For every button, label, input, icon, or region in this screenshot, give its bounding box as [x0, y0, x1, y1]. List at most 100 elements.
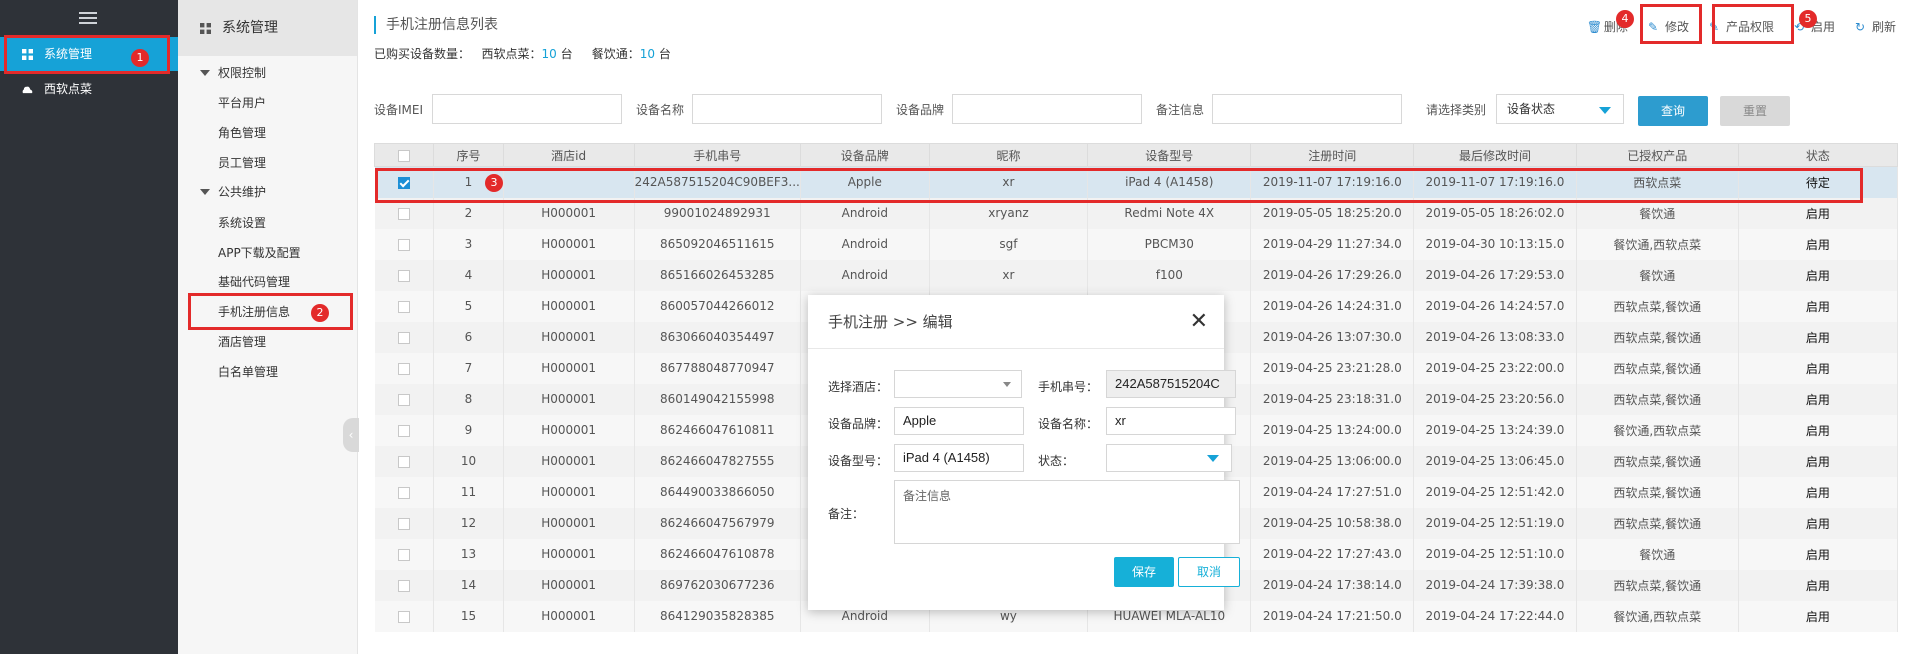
- row-checkbox[interactable]: [397, 486, 410, 499]
- annotation-badge: 5: [1799, 10, 1817, 28]
- device-count-summary: 已购买设备数量： 西软点菜：10 台 餐饮通：10 台: [374, 45, 671, 62]
- close-icon[interactable]: ✕: [1190, 295, 1208, 349]
- chevron-down-icon: [1207, 455, 1219, 462]
- column-header[interactable]: 设备品牌: [799, 143, 930, 167]
- table-cell: H000001: [503, 290, 635, 322]
- row-select-cell[interactable]: [374, 445, 435, 477]
- category-select[interactable]: 设备状态: [1496, 94, 1624, 124]
- column-header[interactable]: 酒店id: [502, 143, 635, 167]
- row-checkbox[interactable]: [397, 424, 410, 437]
- row-checkbox[interactable]: [397, 579, 410, 592]
- subnav-item-hotel-management[interactable]: 酒店管理: [178, 328, 358, 356]
- device-name-label: 设备名称：: [1038, 417, 1099, 431]
- select-all-cell[interactable]: [373, 143, 435, 167]
- subnav-item-app-download[interactable]: APP下载及配置: [178, 239, 358, 267]
- column-header[interactable]: 昵称: [928, 143, 1089, 167]
- column-header[interactable]: 注册时间: [1250, 143, 1415, 167]
- reset-button[interactable]: 重置: [1720, 96, 1790, 126]
- summary-prefix: 已购买设备数量：: [374, 47, 471, 61]
- row-checkbox[interactable]: [397, 393, 410, 406]
- row-select-cell[interactable]: [374, 259, 435, 291]
- device-name-field[interactable]: xr: [1106, 407, 1236, 435]
- secondary-sidebar-title-text: 系统管理: [222, 20, 278, 36]
- row-select-cell[interactable]: [374, 290, 435, 322]
- device-name-input[interactable]: [692, 94, 882, 124]
- menu-icon[interactable]: [79, 12, 97, 24]
- column-header[interactable]: 手机串号: [633, 143, 801, 167]
- row-select-cell[interactable]: [374, 228, 435, 260]
- table-cell: 2019-04-26 13:07:30.0: [1250, 321, 1415, 353]
- secondary-sidebar-title: 系统管理: [178, 0, 357, 56]
- device-brand-field[interactable]: Apple: [894, 407, 1024, 435]
- subnav-item-label: 酒店管理: [218, 335, 267, 349]
- row-checkbox[interactable]: [397, 610, 410, 623]
- column-header[interactable]: 最后修改时间: [1413, 143, 1577, 167]
- subnav-item-platform-users[interactable]: 平台用户: [178, 89, 358, 117]
- row-checkbox[interactable]: [397, 362, 410, 375]
- subnav-item-whitelist[interactable]: 白名单管理: [178, 358, 358, 386]
- imei-input[interactable]: [432, 94, 622, 124]
- select-all-checkbox[interactable]: [398, 149, 411, 162]
- row-select-cell[interactable]: [374, 538, 435, 570]
- column-header[interactable]: 状态: [1737, 143, 1899, 167]
- row-select-cell[interactable]: [374, 569, 435, 601]
- device-model-field[interactable]: iPad 4 (A1458): [894, 444, 1024, 472]
- device-brand-input[interactable]: [952, 94, 1142, 124]
- row-select-cell[interactable]: [374, 352, 435, 384]
- table-cell: xr: [929, 259, 1089, 291]
- row-select-cell[interactable]: [374, 383, 435, 415]
- subnav-item-label: APP下载及配置: [218, 246, 301, 260]
- cancel-button[interactable]: 取消: [1178, 557, 1240, 587]
- row-select-cell[interactable]: [374, 476, 435, 508]
- remark-input[interactable]: [1212, 94, 1402, 124]
- subnav-item-staff-management[interactable]: 员工管理: [178, 149, 358, 177]
- column-header[interactable]: 已授权产品: [1575, 143, 1739, 167]
- subnav-item-system-settings[interactable]: 系统设置: [178, 209, 358, 237]
- row-select-cell[interactable]: [374, 414, 435, 446]
- group-permission-control[interactable]: 权限控制: [178, 59, 358, 87]
- category-label: 请选择类别: [1426, 103, 1487, 117]
- row-checkbox[interactable]: [397, 300, 410, 313]
- column-header[interactable]: 设备型号: [1087, 143, 1252, 167]
- remark-label: 备注：: [828, 507, 865, 521]
- row-checkbox[interactable]: [397, 331, 410, 344]
- row-checkbox[interactable]: [397, 207, 410, 220]
- table-cell: sgf: [929, 228, 1089, 260]
- table-row[interactable]: 4 H000001 865166026453285 Android xr f100 2019…: [374, 259, 1899, 291]
- save-button[interactable]: 保存: [1114, 557, 1174, 587]
- hotel-select[interactable]: [894, 370, 1022, 398]
- table-row[interactable]: 3 H000001 865092046511615 Android sgf PBCM30 2…: [374, 228, 1899, 260]
- row-checkbox[interactable]: [397, 548, 410, 561]
- grid-icon: [200, 23, 211, 34]
- group-public-maintenance[interactable]: 公共维护: [178, 178, 358, 206]
- subnav-item-base-code[interactable]: 基础代码管理: [178, 268, 358, 296]
- table-cell: 2019-04-29 11:27:34.0: [1250, 228, 1415, 260]
- row-select-cell[interactable]: [374, 321, 435, 353]
- table-cell: 西软点菜,餐饮通: [1576, 383, 1739, 415]
- table-cell: 餐饮通,西软点菜: [1576, 228, 1739, 260]
- remark-textarea[interactable]: 备注信息: [894, 480, 1240, 544]
- sidebar-item-xirun-order[interactable]: 西软点菜: [0, 72, 178, 106]
- table-cell: 860149042155998: [634, 383, 801, 415]
- query-button[interactable]: 查询: [1638, 96, 1708, 126]
- table-cell: 10: [433, 445, 504, 477]
- status-select[interactable]: [1106, 444, 1232, 472]
- column-header[interactable]: 序号: [433, 143, 504, 167]
- table-cell: 2019-04-25 10:58:38.0: [1250, 507, 1415, 539]
- table-cell: 9: [433, 414, 504, 446]
- row-select-cell[interactable]: [374, 600, 435, 632]
- row-checkbox[interactable]: [397, 238, 410, 251]
- table-cell: 2019-04-24 17:22:44.0: [1413, 600, 1577, 632]
- phone-imei-field[interactable]: 242A587515204C: [1106, 370, 1236, 398]
- row-checkbox[interactable]: [397, 269, 410, 282]
- subnav-item-role-management[interactable]: 角色管理: [178, 119, 358, 147]
- row-checkbox[interactable]: [397, 455, 410, 468]
- device-model-label: 设备型号：: [828, 454, 889, 468]
- row-select-cell[interactable]: [374, 507, 435, 539]
- edit-dialog: 手机注册 >> 编辑 ✕ 选择酒店： 手机串号： 242A587515204C …: [808, 295, 1240, 610]
- refresh-button[interactable]: ↻ 刷新: [1845, 14, 1906, 40]
- table-cell: Android: [800, 259, 930, 291]
- row-checkbox[interactable]: [397, 517, 410, 530]
- collapse-sidebar-button[interactable]: ‹: [343, 418, 359, 452]
- subnav-item-label: 角色管理: [218, 126, 267, 140]
